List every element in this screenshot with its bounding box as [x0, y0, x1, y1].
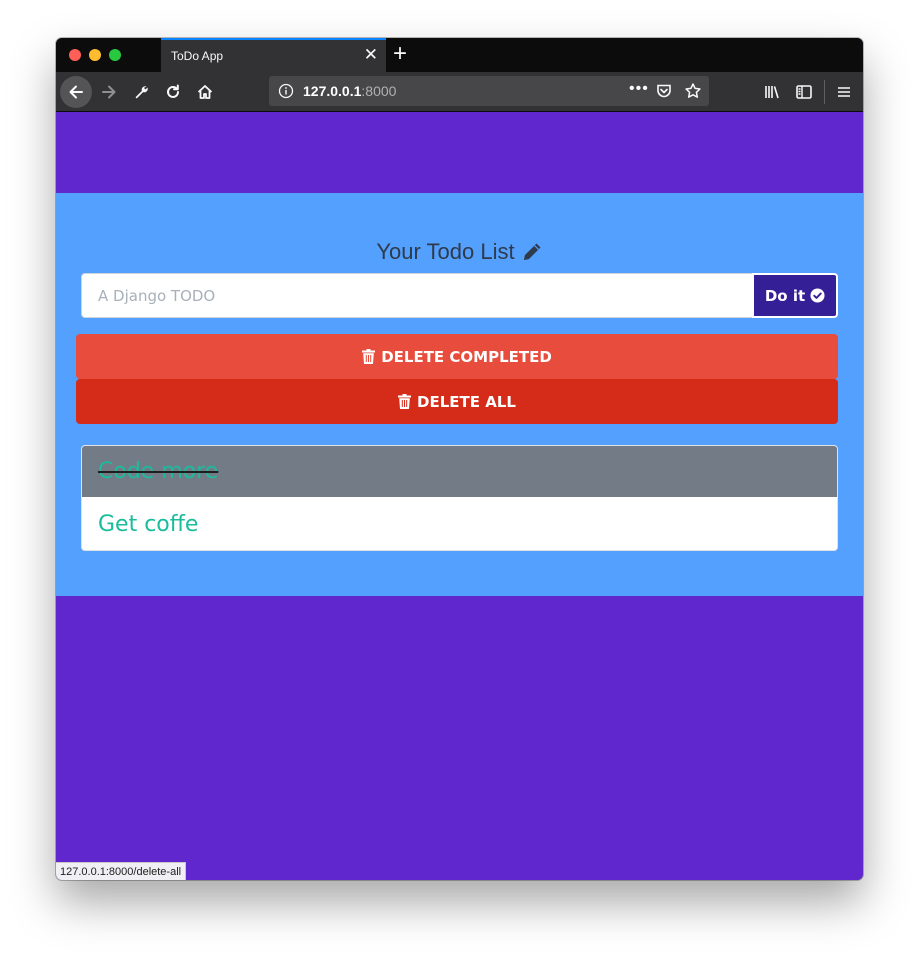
address-bar[interactable]: 127.0.0.1:8000 •••	[269, 76, 709, 106]
zoom-window-button[interactable]	[109, 49, 121, 61]
arrow-left-icon	[69, 85, 83, 99]
bookmark-star-icon[interactable]	[684, 82, 702, 100]
sidebar-button[interactable]	[788, 76, 820, 108]
todo-item[interactable]: Get coffe	[82, 497, 837, 550]
do-it-button[interactable]: Do it	[752, 273, 838, 318]
close-tab-icon[interactable]: ✕	[364, 46, 378, 64]
menu-button[interactable]	[828, 76, 860, 108]
pocket-icon[interactable]	[655, 82, 673, 100]
new-tab-icon[interactable]: +	[393, 41, 407, 67]
trash-icon	[398, 394, 412, 409]
sidebar-icon	[796, 85, 812, 99]
todo-list: Code more Get coffe	[81, 445, 838, 551]
home-button[interactable]	[189, 76, 221, 108]
check-circle-icon	[810, 288, 825, 303]
back-button[interactable]	[60, 76, 92, 108]
close-window-button[interactable]	[69, 49, 81, 61]
heading-text: Your Todo List	[376, 239, 515, 264]
tab-strip: ToDo App ✕ +	[56, 38, 863, 72]
todo-item-completed[interactable]: Code more	[82, 446, 837, 497]
do-it-label: Do it	[764, 286, 806, 305]
navigation-bar: 127.0.0.1:8000 •••	[56, 72, 863, 112]
developer-tools-button[interactable]	[125, 76, 157, 108]
delete-completed-label: DELETE COMPLETED	[381, 347, 552, 366]
status-bar-link: 127.0.0.1:8000/delete-all	[56, 862, 187, 880]
info-icon[interactable]	[278, 83, 294, 99]
library-button[interactable]	[756, 76, 788, 108]
delete-all-button[interactable]: DELETE ALL	[76, 379, 838, 424]
todo-item-text: Get coffe	[98, 512, 199, 537]
todo-input[interactable]	[81, 273, 753, 318]
reload-button[interactable]	[157, 76, 189, 108]
url-port: :8000	[361, 83, 397, 99]
home-icon	[197, 85, 213, 99]
wrench-icon	[135, 86, 148, 99]
delete-completed-button[interactable]: DELETE COMPLETED	[76, 334, 838, 379]
toolbar-divider	[824, 80, 825, 104]
trash-icon	[362, 349, 376, 364]
page-content: Your Todo List Do it DELETE COMPLETED DE…	[56, 112, 863, 880]
arrow-right-icon	[102, 85, 116, 99]
todo-panel: Your Todo List Do it DELETE COMPLETED DE…	[56, 193, 863, 596]
delete-all-label: DELETE ALL	[417, 392, 516, 411]
page-title: Your Todo List	[56, 239, 863, 265]
add-todo-form: Do it	[81, 273, 838, 318]
url-text: 127.0.0.1:8000	[303, 83, 396, 99]
todo-item-text: Code more	[98, 459, 219, 484]
pencil-icon	[523, 243, 541, 260]
browser-window: ToDo App ✕ + 127.0.0.1:8000 ••• Your Tod…	[56, 38, 863, 880]
forward-button[interactable]	[93, 76, 125, 108]
tab-title: ToDo App	[171, 49, 224, 63]
page-actions-icon[interactable]: •••	[629, 80, 649, 98]
tab-todo-app[interactable]: ToDo App ✕	[161, 38, 386, 72]
url-host: 127.0.0.1	[303, 83, 362, 99]
library-icon	[765, 86, 779, 99]
reload-icon	[167, 84, 179, 98]
hamburger-menu-icon	[838, 87, 850, 97]
minimize-window-button[interactable]	[89, 49, 101, 61]
